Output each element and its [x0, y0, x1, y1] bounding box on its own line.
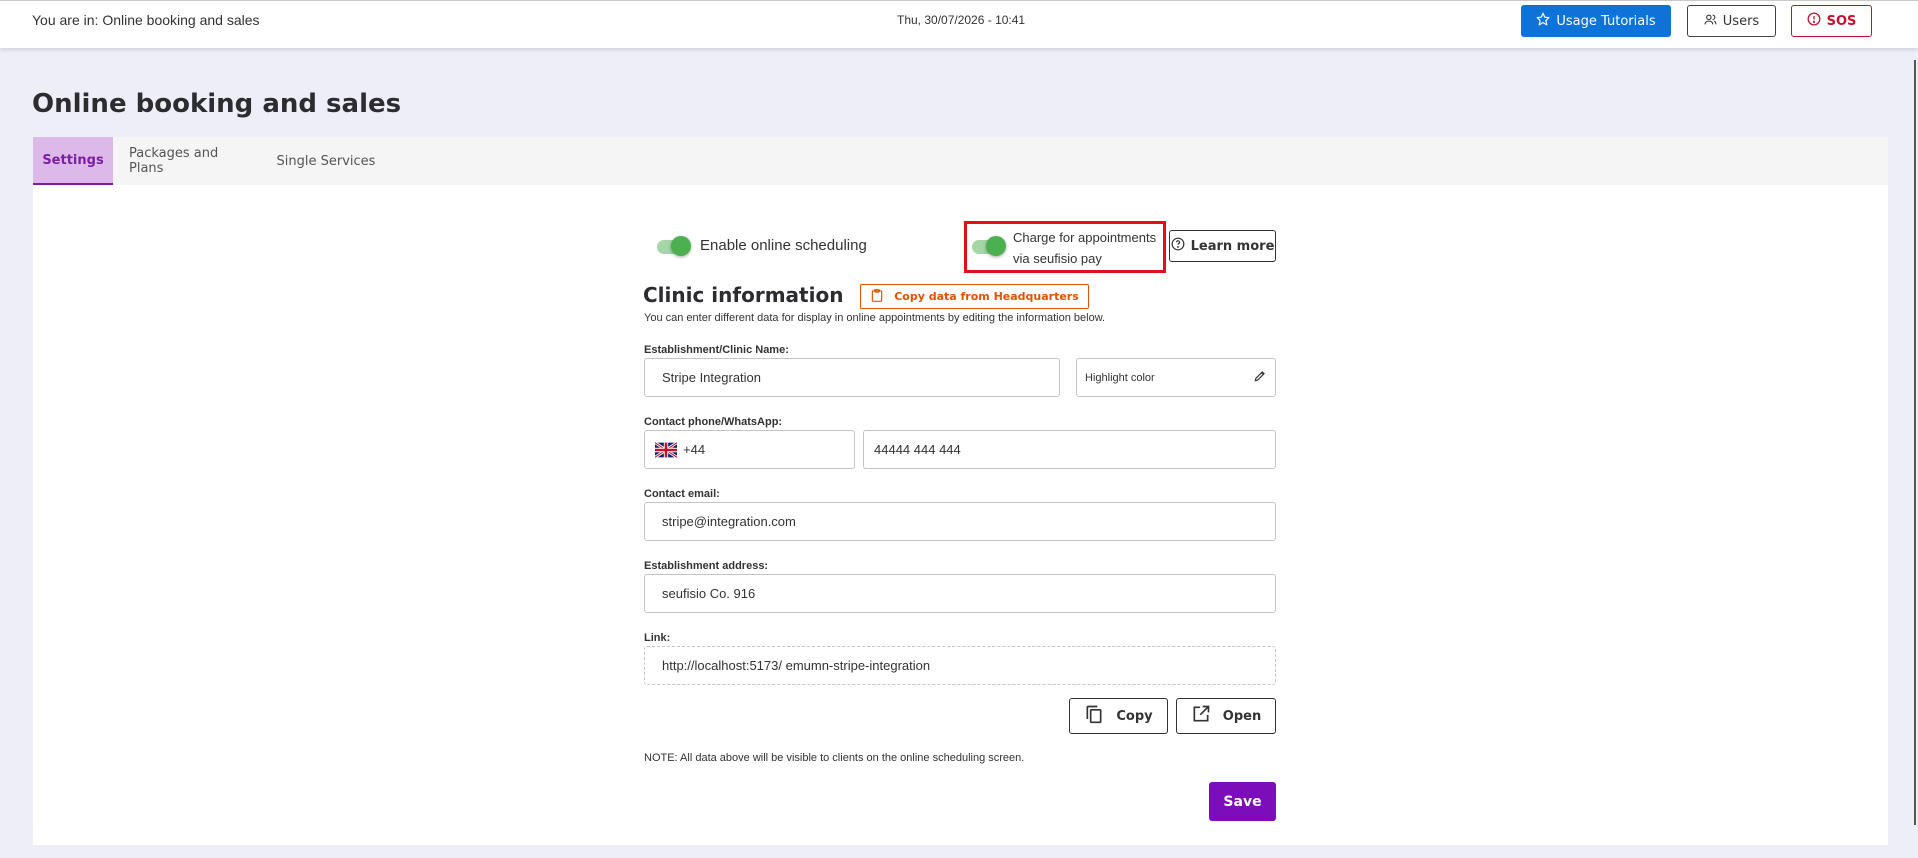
tab-bar: Settings Packages and Plans Single Servi… [33, 137, 1888, 185]
country-code-value: +44 [683, 442, 706, 457]
tab-packages-and-plans[interactable]: Packages and Plans [129, 137, 255, 185]
copy-link-button[interactable]: Copy [1069, 698, 1168, 734]
page-title: Online booking and sales [32, 89, 402, 119]
scrollbar[interactable] [1914, 60, 1916, 825]
users-icon [1704, 13, 1717, 30]
users-label: Users [1722, 13, 1760, 29]
link-label: Link: [644, 632, 671, 644]
highlight-color-label: Highlight color [1085, 371, 1155, 384]
tab-single-services[interactable]: Single Services [271, 137, 381, 185]
sos-label: SOS [1826, 13, 1857, 29]
visibility-note: NOTE: All data above will be visible to … [644, 752, 1025, 764]
establishment-address-label: Establishment address: [644, 560, 769, 572]
clipboard-icon [870, 288, 884, 306]
clinic-name-input[interactable]: Stripe Integration [644, 358, 1060, 397]
clinic-name-label: Establishment/Clinic Name: [644, 344, 789, 356]
open-label: Open [1222, 708, 1262, 724]
help-circle-icon [1171, 237, 1185, 255]
phone-number-input[interactable]: 44444 444 444 [863, 430, 1276, 469]
star-icon [1536, 12, 1550, 30]
toggle-knob [671, 236, 691, 256]
charge-appointments-label-line-1: Charge for appointments [1013, 230, 1157, 245]
usage-tutorials-label: Usage Tutorials [1556, 13, 1656, 29]
establishment-address-input[interactable]: seufisio Co. 916 [644, 574, 1276, 613]
booking-link-field[interactable]: http://localhost:5173/ emumn-stripe-inte… [644, 646, 1276, 685]
contact-phone-label: Contact phone/WhatsApp: [644, 416, 783, 428]
alert-circle-icon [1807, 12, 1821, 30]
sos-button[interactable]: SOS [1791, 5, 1872, 37]
uk-flag-icon [654, 440, 678, 459]
open-link-button[interactable]: Open [1176, 698, 1276, 734]
country-code-select[interactable]: +44 [644, 430, 855, 469]
breadcrumb: You are in: Online booking and sales [32, 12, 260, 28]
copy-data-from-headquarters-button[interactable]: Copy data from Headquarters [860, 284, 1089, 309]
learn-more-button[interactable]: Learn more [1169, 230, 1276, 262]
highlight-color-picker[interactable]: Highlight color [1076, 358, 1276, 397]
tab-settings[interactable]: Settings [33, 137, 113, 185]
clinic-information-title: Clinic information [643, 283, 844, 307]
external-link-icon [1191, 704, 1211, 728]
copy-icon [1084, 703, 1104, 729]
contact-email-label: Contact email: [644, 488, 720, 500]
charge-appointments-label-line-2: via seufisio pay [1013, 251, 1102, 266]
top-bar: You are in: Online booking and sales Thu… [0, 0, 1918, 48]
learn-more-label: Learn more [1190, 238, 1275, 254]
users-button[interactable]: Users [1687, 5, 1776, 37]
charge-appointments-label: Charge for appointments via seufisio pay [1013, 227, 1163, 269]
copy-data-from-headquarters-label: Copy data from Headquarters [894, 290, 1079, 303]
usage-tutorials-button[interactable]: Usage Tutorials [1521, 5, 1671, 37]
enable-online-scheduling-toggle[interactable] [655, 236, 691, 256]
pencil-icon [1253, 369, 1267, 386]
enable-online-scheduling-label: Enable online scheduling [700, 237, 867, 254]
copy-label: Copy [1116, 708, 1153, 724]
current-datetime: Thu, 30/07/2026 - 10:41 [897, 13, 1026, 27]
clinic-information-description: You can enter different data for display… [644, 312, 1106, 324]
charge-appointments-toggle[interactable] [970, 236, 1006, 256]
save-button[interactable]: Save [1209, 782, 1276, 821]
contact-email-input[interactable]: stripe@integration.com [644, 502, 1276, 541]
toggle-knob [986, 236, 1006, 256]
